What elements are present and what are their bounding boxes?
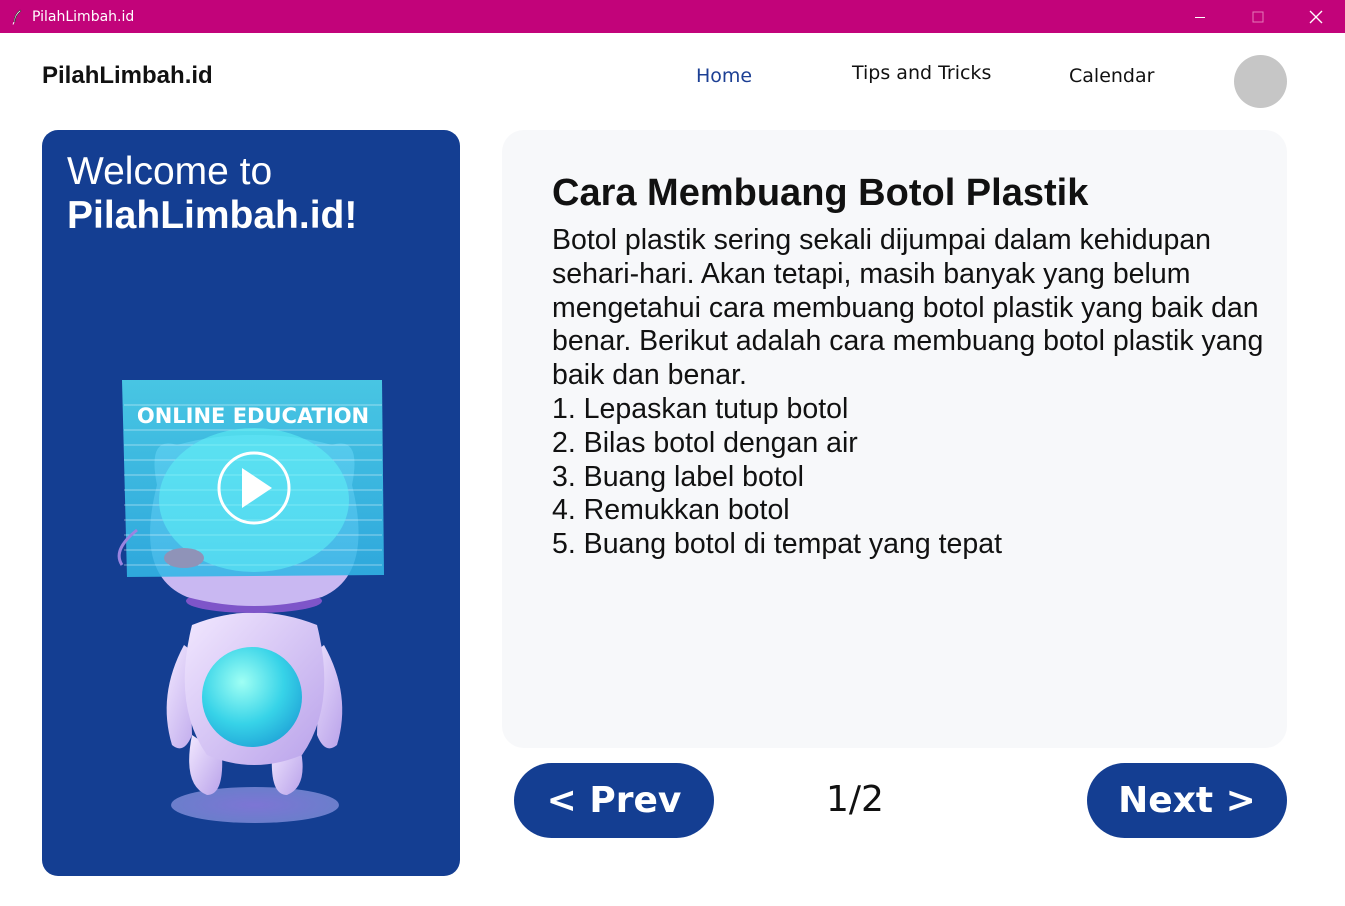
- next-button[interactable]: Next >: [1087, 763, 1287, 838]
- maximize-icon: [1252, 11, 1264, 22]
- online-education-robot-illustration: ONLINE EDUCATION: [117, 380, 384, 823]
- avatar[interactable]: [1234, 55, 1287, 108]
- brand-logo-text[interactable]: PilahLimbah.id: [42, 62, 213, 90]
- feather-icon: [9, 9, 25, 25]
- nav-tips-and-tricks[interactable]: Tips and Tricks: [852, 62, 991, 84]
- illustration-text: ONLINE EDUCATION: [137, 404, 369, 428]
- page-indicator: 1/2: [826, 779, 884, 820]
- nav-calendar[interactable]: Calendar: [1069, 65, 1154, 87]
- article-title: Cara Membuang Botol Plastik: [552, 172, 1089, 214]
- article-card: Cara Membuang Botol Plastik Botol plasti…: [502, 130, 1287, 748]
- nav-home[interactable]: Home: [696, 65, 752, 87]
- welcome-brand-heading: PilahLimbah.id!: [67, 194, 358, 237]
- list-item: 2. Bilas botol dengan air: [552, 426, 858, 459]
- minimize-icon: [1195, 16, 1205, 18]
- prev-button[interactable]: < Prev: [514, 763, 714, 838]
- window-title: PilahLimbah.id: [32, 8, 135, 25]
- article-body: Botol plastik sering sekali dijumpai dal…: [552, 224, 1272, 562]
- list-item: 4. Remukkan botol: [552, 494, 790, 527]
- welcome-panel: Welcome to PilahLimbah.id! ONLINE EDUCAT…: [42, 130, 460, 876]
- article-steps: 1. Lepaskan tutup botol 2. Bilas botol d…: [552, 393, 1272, 562]
- window-titlebar[interactable]: PilahLimbah.id: [0, 0, 1345, 33]
- list-item: 1. Lepaskan tutup botol: [552, 392, 849, 425]
- welcome-heading: Welcome to: [67, 150, 273, 193]
- window-controls: [1171, 0, 1345, 33]
- minimize-button[interactable]: [1171, 0, 1229, 33]
- article-intro: Botol plastik sering sekali dijumpai dal…: [552, 224, 1264, 392]
- list-item: 5. Buang botol di tempat yang tepat: [552, 528, 1002, 561]
- close-icon: [1309, 10, 1323, 23]
- list-item: 3. Buang label botol: [552, 460, 804, 493]
- close-button[interactable]: [1287, 0, 1345, 33]
- maximize-button[interactable]: [1229, 0, 1287, 33]
